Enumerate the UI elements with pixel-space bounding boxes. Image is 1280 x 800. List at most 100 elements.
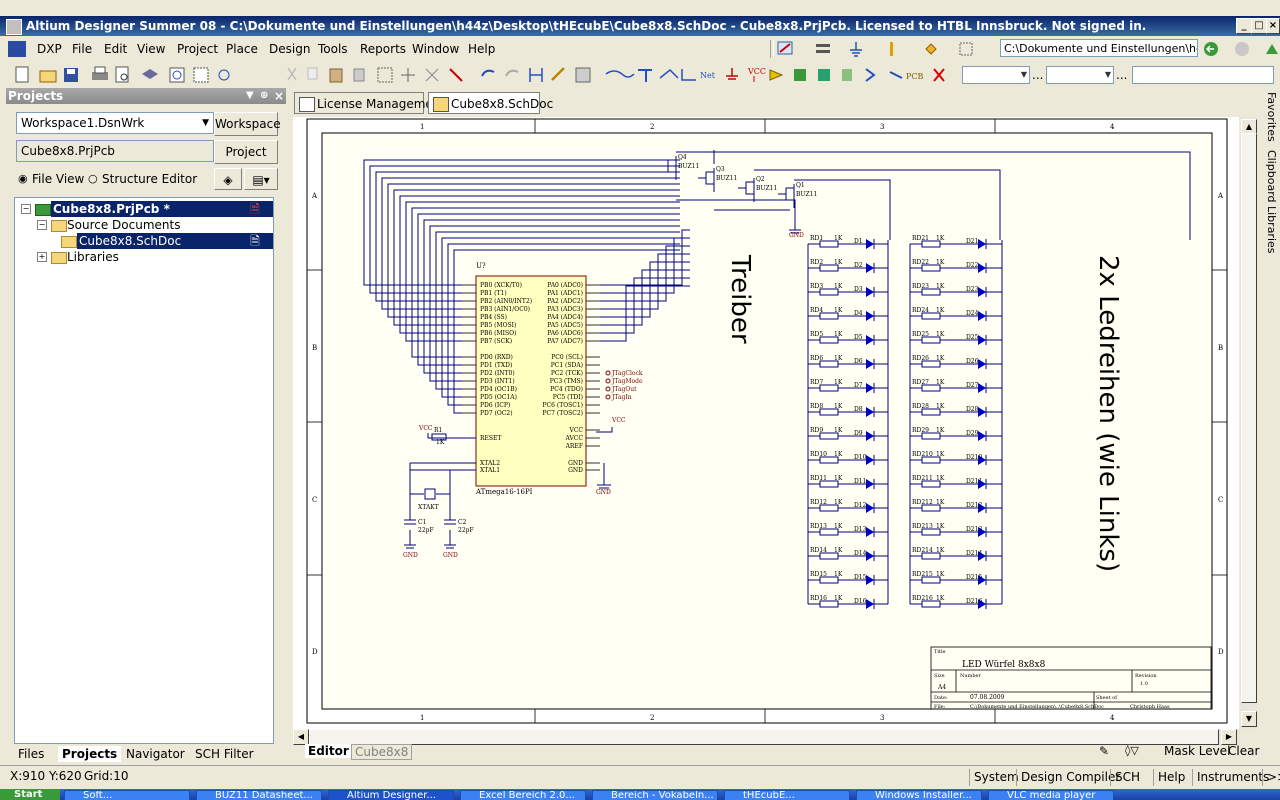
task-vlc[interactable]: VLC media player — [988, 790, 1114, 800]
project-options-button[interactable]: ▤▾ — [244, 168, 278, 190]
tab-files[interactable]: Files — [18, 746, 44, 762]
radio-file-view[interactable]: ◉ — [18, 172, 28, 185]
dxp-icon[interactable] — [8, 41, 26, 57]
tree-libraries-row[interactable]: + Libraries — [15, 249, 273, 265]
libraries-panel-tab[interactable]: Libraries — [1265, 206, 1278, 254]
schematic-canvas[interactable]: 1 1 2 2 3 3 4 4 A A B B C C D D U? ATmega16-16PI PB0 (X… — [293, 117, 1239, 729]
doc-icon: 🗎 — [237, 233, 273, 249]
mcu-right-pin: GND — [568, 460, 583, 467]
altium-app-icon[interactable] — [6, 19, 22, 35]
mcu-left-pin: PB6 (MISO) — [480, 330, 516, 337]
pencil-icon[interactable]: ✎ — [1099, 744, 1109, 758]
task-excel[interactable]: Excel Bereich 2.0... — [460, 790, 586, 800]
panel-close-icon[interactable]: × — [274, 88, 284, 104]
tab-cube-schdoc[interactable]: Cube8x8.SchDoc — [428, 92, 553, 114]
tree-source-docs-row[interactable]: − Source Documents — [15, 217, 273, 233]
status-more[interactable]: >> — [1262, 769, 1280, 786]
menu-project[interactable]: Project — [177, 42, 218, 56]
mask-level-button[interactable]: Mask Level — [1164, 744, 1230, 758]
panel-menu-icon[interactable]: ▼ — [246, 88, 254, 104]
start-button[interactable]: Start — [0, 789, 60, 800]
port-icon — [865, 68, 876, 82]
right-panel-strip: Favorites Clipboard Libraries — [1262, 90, 1280, 260]
jtag-net-label: JTagMode — [611, 378, 643, 385]
bus-entry-icon — [659, 68, 679, 79]
menu-reports[interactable]: Reports — [360, 42, 406, 56]
led-designator: D8 — [854, 406, 863, 413]
cross-probe-icon — [551, 67, 565, 81]
vertical-scrollbar[interactable]: ▲ ▼ — [1240, 117, 1258, 729]
menu-dxp[interactable]: DXP — [37, 42, 62, 56]
menu-file[interactable]: File — [72, 42, 92, 56]
status-system[interactable]: System — [969, 769, 1019, 786]
task-altium[interactable]: Altium Designer... — [328, 790, 454, 800]
title-block-revision-label: Revision — [1135, 673, 1157, 679]
menu-edit[interactable]: Edit — [104, 42, 127, 56]
task-vokabeln[interactable]: Bereich - Vokabeln... — [592, 790, 718, 800]
tab-editor[interactable]: Editor — [305, 744, 352, 758]
window-title: Altium Designer Summer 08 - C:\Dokumente… — [26, 19, 1147, 33]
maximize-button[interactable]: □ — [1251, 18, 1267, 34]
tree-project-row[interactable]: − Cube8x8.PrjPcb * 🗎 — [15, 201, 273, 217]
tab-license-management[interactable]: License Management — [294, 92, 445, 114]
mcu-right-pin: PA0 (ADC0) — [547, 282, 583, 289]
filter-icon[interactable]: ◊▽ — [1125, 744, 1139, 757]
folder-icon — [51, 220, 67, 232]
main-toolbar[interactable]: Net VCC PCB — [6, 64, 956, 86]
led-designator: D216 — [966, 598, 982, 605]
hierarchy-icon — [529, 68, 543, 82]
tab-sch-filter[interactable]: SCH Filter — [195, 746, 254, 762]
scroll-thumb[interactable] — [1241, 133, 1257, 703]
project-button[interactable]: Project — [214, 140, 278, 164]
status-help[interactable]: Help — [1153, 769, 1185, 786]
menu-help[interactable]: Help — [468, 42, 495, 56]
tree-schdoc-row[interactable]: Cube8x8.SchDoc 🗎 — [15, 233, 273, 249]
nav-buttons[interactable] — [1202, 40, 1280, 58]
radio-structure-editor[interactable]: ○ — [88, 172, 98, 185]
status-design-compiler[interactable]: Design Compiler — [1016, 769, 1120, 786]
close-button[interactable]: × — [1266, 18, 1280, 34]
led-designator: D210 — [966, 454, 982, 461]
menu-window[interactable]: Window — [412, 42, 459, 56]
task-buz11[interactable]: BUZ11 Datasheet... — [196, 790, 322, 800]
crystal-designator: XTAKT — [418, 504, 439, 511]
svg-text:VCC: VCC — [747, 67, 766, 76]
scroll-right-button[interactable]: ▶ — [1221, 729, 1237, 745]
menu-tools[interactable]: Tools — [318, 42, 348, 56]
tab-navigator[interactable]: Navigator — [126, 746, 185, 762]
status-sch[interactable]: SCH — [1110, 769, 1140, 786]
filter-ellipsis-1[interactable]: ... — [1032, 68, 1043, 82]
filter-combo-3[interactable] — [1132, 66, 1274, 84]
compile-button[interactable]: ◈ — [214, 168, 242, 190]
task-thecube[interactable]: tHEcubE... — [724, 790, 850, 800]
scroll-down-button[interactable]: ▼ — [1241, 711, 1257, 727]
tab-projects[interactable]: Projects — [58, 746, 122, 762]
workspace-button[interactable]: Workspace — [214, 112, 281, 136]
radio-file-view-label: File View — [32, 172, 85, 186]
wiring-toolbar-row1[interactable] — [776, 40, 996, 58]
workspace-select[interactable]: Workspace1.DsnWrk ▼ — [16, 112, 214, 134]
hscroll-thumb[interactable] — [309, 729, 1219, 745]
pin-icon[interactable]: ⊕ — [260, 88, 268, 104]
tab-cube8x8[interactable]: Cube8x8 — [351, 744, 413, 760]
status-instruments[interactable]: Instruments — [1192, 769, 1269, 786]
scroll-left-button[interactable]: ◀ — [293, 729, 309, 745]
menu-place[interactable]: Place — [226, 42, 258, 56]
mcu-right-pin: PC0 (SCL) — [551, 354, 583, 361]
filter-combo-2[interactable]: ▼ — [1046, 66, 1114, 84]
minimize-button[interactable]: _ — [1236, 18, 1252, 34]
layer-icon — [142, 69, 158, 79]
filter-combo-1[interactable]: ▼ — [962, 66, 1030, 84]
clear-button[interactable]: Clear — [1228, 744, 1259, 758]
path-combo[interactable]: C:\Dokumente und Einstellungen\h44z — [1000, 39, 1198, 57]
task-installer[interactable]: Windows Installer... — [856, 790, 982, 800]
favorites-panel-tab[interactable]: Favorites — [1265, 92, 1278, 142]
clipboard-panel-tab[interactable]: Clipboard — [1265, 150, 1278, 203]
mcu-right-pin: PA3 (ADC3) — [547, 306, 583, 313]
horizontal-scrollbar[interactable]: ◀ ▶ — [293, 729, 1240, 745]
menu-design[interactable]: Design — [269, 42, 310, 56]
task-soft[interactable]: Soft... — [64, 790, 190, 800]
project-field[interactable]: Cube8x8.PrjPcb — [16, 140, 214, 162]
menu-view[interactable]: View — [137, 42, 165, 56]
filter-ellipsis-2[interactable]: ... — [1116, 68, 1127, 82]
